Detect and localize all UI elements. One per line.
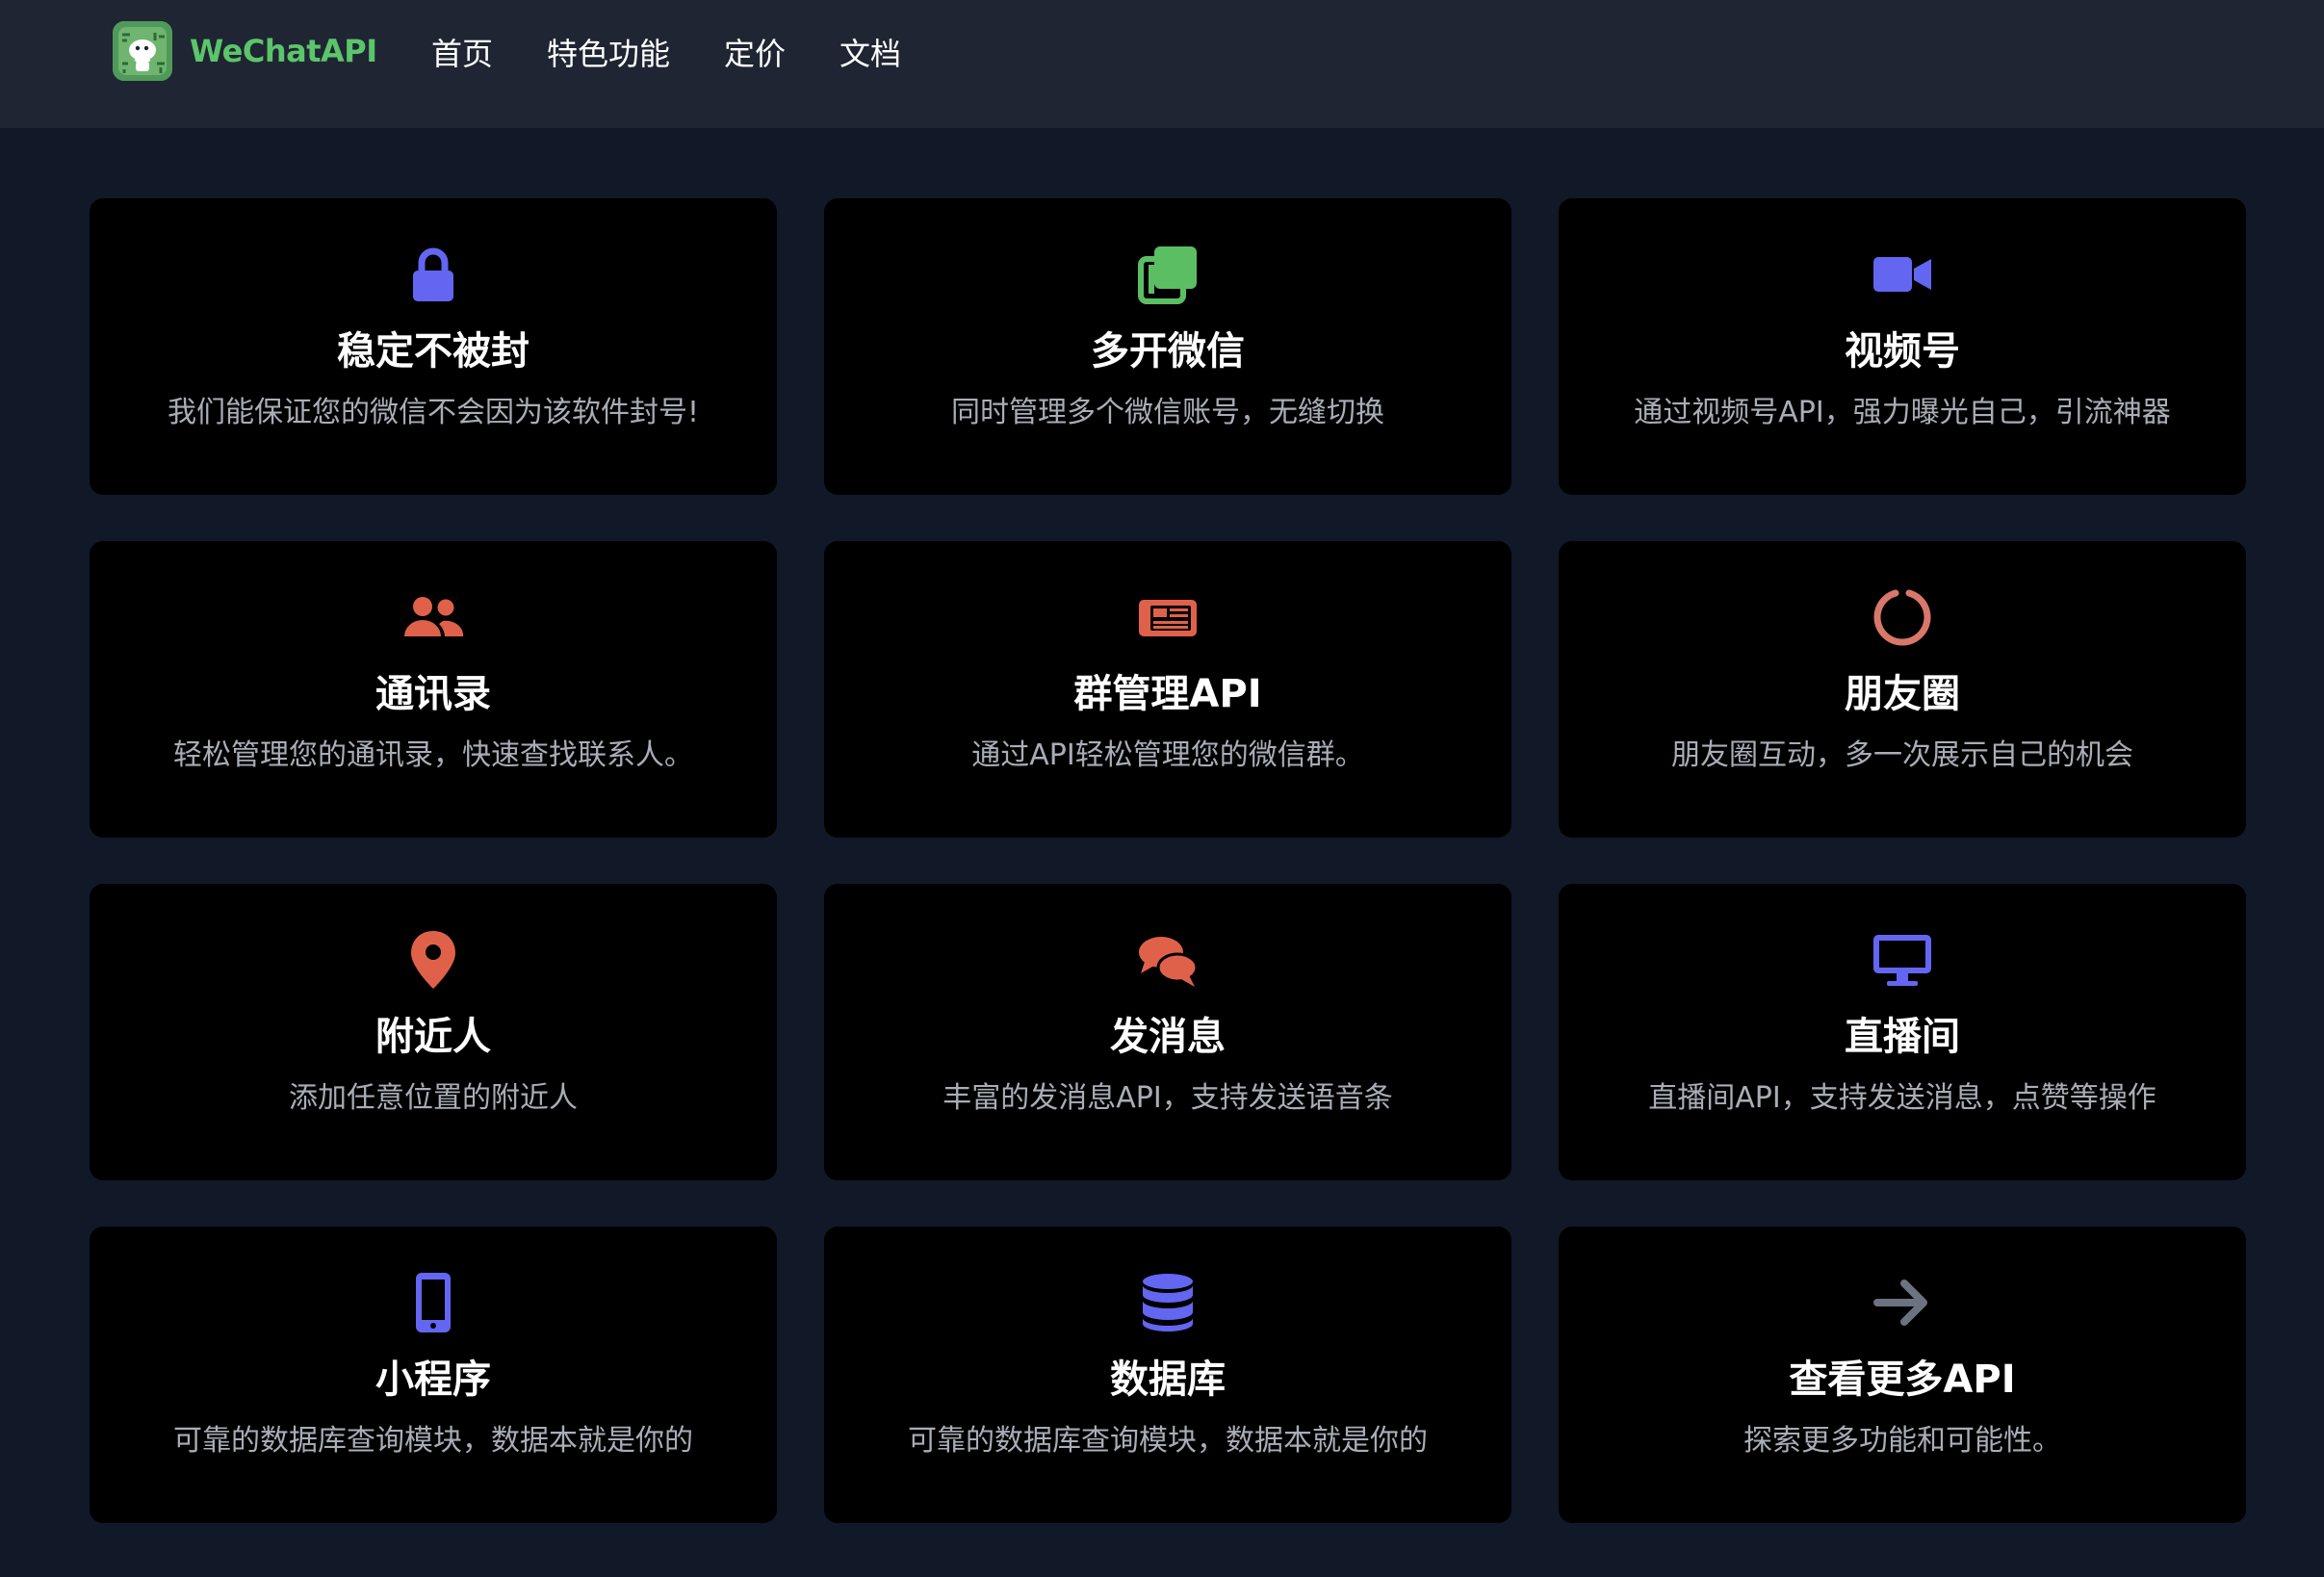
card-title: 发消息	[1110, 1015, 1226, 1059]
brand-link[interactable]: WeChatAPI	[113, 21, 377, 81]
feature-card-multi-open[interactable]: 多开微信 同时管理多个微信账号，无缝切换	[824, 198, 1511, 495]
card-description: 可靠的数据库查询模块，数据本就是你的	[173, 1424, 693, 1458]
card-description: 添加任意位置的附近人	[289, 1081, 578, 1115]
mobile-icon	[402, 1272, 464, 1333]
feature-card-mini-program[interactable]: 小程序 可靠的数据库查询模块，数据本就是你的	[90, 1227, 777, 1523]
feature-card-contacts[interactable]: 通讯录 轻松管理您的通讯录，快速查找联系人。	[90, 541, 777, 838]
card-description: 通过视频号API，强力曝光自己，引流神器	[1634, 396, 2171, 429]
monitor-icon	[1872, 929, 1933, 991]
feature-card-more-api[interactable]: 查看更多API 探索更多功能和可能性。	[1559, 1227, 2246, 1523]
feature-card-live-room[interactable]: 直播间 直播间API，支持发送消息，点赞等操作	[1559, 884, 2246, 1180]
nav-features[interactable]: 特色功能	[547, 30, 670, 74]
card-title: 稳定不被封	[337, 329, 529, 374]
circle-notch-icon	[1872, 586, 1933, 648]
brand-name: WeChatAPI	[190, 33, 377, 69]
feature-card-nearby[interactable]: 附近人 添加任意位置的附近人	[90, 884, 777, 1180]
card-description: 直播间API，支持发送消息，点赞等操作	[1648, 1081, 2156, 1115]
card-description: 探索更多功能和可能性。	[1743, 1424, 2061, 1458]
feature-card-group-api[interactable]: 群管理API 通过API轻松管理您的微信群。	[824, 541, 1511, 838]
nav-menu: 首页 特色功能 定价 文档	[431, 27, 955, 77]
chat-bubbles-icon	[1137, 929, 1199, 991]
feature-grid: 稳定不被封 我们能保证您的微信不会因为该软件封号! 多开微信 同时管理多个微信账…	[90, 198, 2247, 1523]
card-description: 丰富的发消息API，支持发送语音条	[943, 1081, 1393, 1115]
copy-icon	[1137, 244, 1199, 305]
card-title: 群管理API	[1073, 672, 1262, 716]
map-pin-icon	[402, 929, 464, 991]
feature-card-moments[interactable]: 朋友圈 朋友圈互动，多一次展示自己的机会	[1559, 541, 2246, 838]
nav-home[interactable]: 首页	[431, 30, 493, 74]
users-icon	[402, 586, 464, 648]
card-description: 我们能保证您的微信不会因为该软件封号!	[167, 396, 700, 429]
lock-icon	[402, 244, 464, 305]
card-title: 直播间	[1845, 1015, 1960, 1059]
feature-card-database[interactable]: 数据库 可靠的数据库查询模块，数据本就是你的	[824, 1227, 1511, 1523]
card-title: 朋友圈	[1845, 672, 1960, 716]
card-title: 通讯录	[375, 672, 491, 716]
feature-card-messages[interactable]: 发消息 丰富的发消息API，支持发送语音条	[824, 884, 1511, 1180]
card-description: 同时管理多个微信账号，无缝切换	[951, 396, 1384, 429]
logo-icon	[113, 21, 172, 81]
top-navbar: WeChatAPI 首页 特色功能 定价 文档	[0, 0, 2324, 128]
feature-card-stable[interactable]: 稳定不被封 我们能保证您的微信不会因为该软件封号!	[90, 198, 777, 495]
feature-card-channels[interactable]: 视频号 通过视频号API，强力曝光自己，引流神器	[1559, 198, 2246, 495]
arrow-right-icon	[1872, 1272, 1933, 1333]
card-description: 可靠的数据库查询模块，数据本就是你的	[908, 1424, 1428, 1458]
newspaper-icon	[1137, 586, 1199, 648]
card-title: 小程序	[375, 1357, 491, 1402]
card-title: 多开微信	[1091, 329, 1245, 374]
nav-docs[interactable]: 文档	[839, 30, 901, 74]
card-title: 数据库	[1110, 1357, 1226, 1402]
card-title: 附近人	[375, 1015, 491, 1059]
database-icon	[1137, 1272, 1199, 1333]
card-description: 通过API轻松管理您的微信群。	[971, 738, 1364, 772]
card-title: 视频号	[1845, 329, 1960, 374]
card-title: 查看更多API	[1789, 1357, 2016, 1402]
card-description: 朋友圈互动，多一次展示自己的机会	[1671, 738, 2133, 772]
nav-pricing[interactable]: 定价	[724, 30, 786, 74]
card-description: 轻松管理您的通讯录，快速查找联系人。	[173, 738, 693, 772]
video-icon	[1872, 244, 1933, 305]
